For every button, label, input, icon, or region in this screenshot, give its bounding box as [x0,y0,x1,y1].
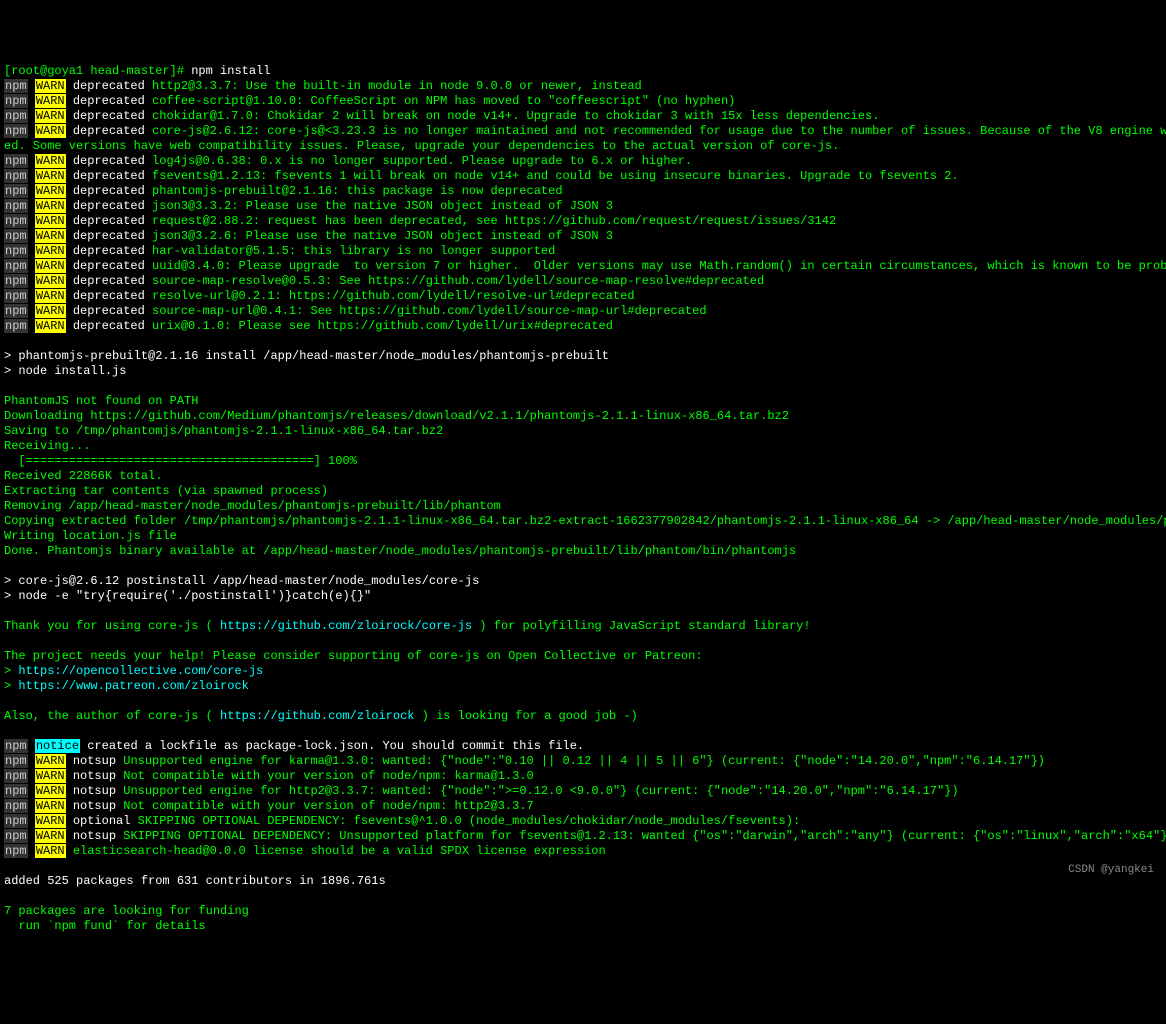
terminal-output[interactable]: [root@goya1 head-master]# npm installnpm… [4,64,1162,934]
npm-warn-line: npm WARN deprecated fsevents@1.2.13: fse… [4,169,1162,184]
npm-warn-license: npm WARN elasticsearch-head@0.0.0 licens… [4,844,1162,859]
npm-warn-notsup: npm WARN notsup SKIPPING OPTIONAL DEPEND… [4,829,1162,844]
blank [4,724,1162,739]
npm-warn-line: npm WARN deprecated json3@3.3.2: Please … [4,199,1162,214]
npm-added: added 525 packages from 631 contributors… [4,874,1162,889]
blank [4,889,1162,904]
blank [4,604,1162,619]
script-header: > node install.js [4,364,1162,379]
npm-warn-line: npm WARN deprecated http2@3.3.7: Use the… [4,79,1162,94]
phantom-line: Writing location.js file [4,529,1162,544]
npm-warn-line: npm WARN deprecated phantomjs-prebuilt@2… [4,184,1162,199]
blank [4,379,1162,394]
npm-funding: run `npm fund` for details [4,919,1162,934]
script-header: > core-js@2.6.12 postinstall /app/head-m… [4,574,1162,589]
npm-warn-line: npm WARN deprecated log4js@0.6.38: 0.x i… [4,154,1162,169]
blank [4,634,1162,649]
phantom-line: PhantomJS not found on PATH [4,394,1162,409]
npm-warn-line: npm WARN deprecated request@2.88.2: requ… [4,214,1162,229]
npm-warn-line: npm WARN deprecated chokidar@1.7.0: Chok… [4,109,1162,124]
blank [4,694,1162,709]
npm-warn-notsup: npm WARN notsup Not compatible with your… [4,799,1162,814]
blank [4,559,1162,574]
blank [4,859,1162,874]
phantom-line: Saving to /tmp/phantomjs/phantomjs-2.1.1… [4,424,1162,439]
script-header: > phantomjs-prebuilt@2.1.16 install /app… [4,349,1162,364]
npm-warn-line: npm WARN deprecated resolve-url@0.2.1: h… [4,289,1162,304]
blank [4,334,1162,349]
phantom-line: Done. Phantomjs binary available at /app… [4,544,1162,559]
phantom-line: Removing /app/head-master/node_modules/p… [4,499,1162,514]
script-header: > node -e "try{require('./postinstall')}… [4,589,1162,604]
npm-warn-notsup: npm WARN notsup Unsupported engine for k… [4,754,1162,769]
npm-warn-line: npm WARN deprecated json3@3.2.6: Please … [4,229,1162,244]
phantom-line: [=======================================… [4,454,1162,469]
npm-warn-line: npm WARN deprecated har-validator@5.1.5:… [4,244,1162,259]
phantom-line: Downloading https://github.com/Medium/ph… [4,409,1162,424]
corejs-help: The project needs your help! Please cons… [4,649,1162,664]
corejs-link: > https://www.patreon.com/zloirock [4,679,1162,694]
npm-warn-notsup: npm WARN notsup Unsupported engine for h… [4,784,1162,799]
npm-warn-line: npm WARN deprecated core-js@2.6.12: core… [4,124,1162,139]
npm-warn-line: npm WARN deprecated source-map-url@0.4.1… [4,304,1162,319]
npm-warn-notsup: npm WARN optional SKIPPING OPTIONAL DEPE… [4,814,1162,829]
npm-warn-line: npm WARN deprecated coffee-script@1.10.0… [4,94,1162,109]
shell-prompt: [root@goya1 head-master]# npm install [4,64,1162,79]
corejs-link: > https://opencollective.com/core-js [4,664,1162,679]
phantom-line: Extracting tar contents (via spawned pro… [4,484,1162,499]
npm-warn-line: npm WARN deprecated urix@0.1.0: Please s… [4,319,1162,334]
phantom-line: Copying extracted folder /tmp/phantomjs/… [4,514,1162,529]
npm-funding: 7 packages are looking for funding [4,904,1162,919]
watermark: CSDN @yangkei [1068,864,1154,878]
corejs-thanks: Thank you for using core-js ( https://gi… [4,619,1162,634]
npm-warn-line: npm WARN deprecated uuid@3.4.0: Please u… [4,259,1162,274]
phantom-line: Received 22866K total. [4,469,1162,484]
npm-warn-line: npm WARN deprecated source-map-resolve@0… [4,274,1162,289]
npm-warn-wrap: ed. Some versions have web compatibility… [4,139,1162,154]
npm-notice: npm notice created a lockfile as package… [4,739,1162,754]
corejs-author: Also, the author of core-js ( https://gi… [4,709,1162,724]
npm-warn-notsup: npm WARN notsup Not compatible with your… [4,769,1162,784]
phantom-line: Receiving... [4,439,1162,454]
